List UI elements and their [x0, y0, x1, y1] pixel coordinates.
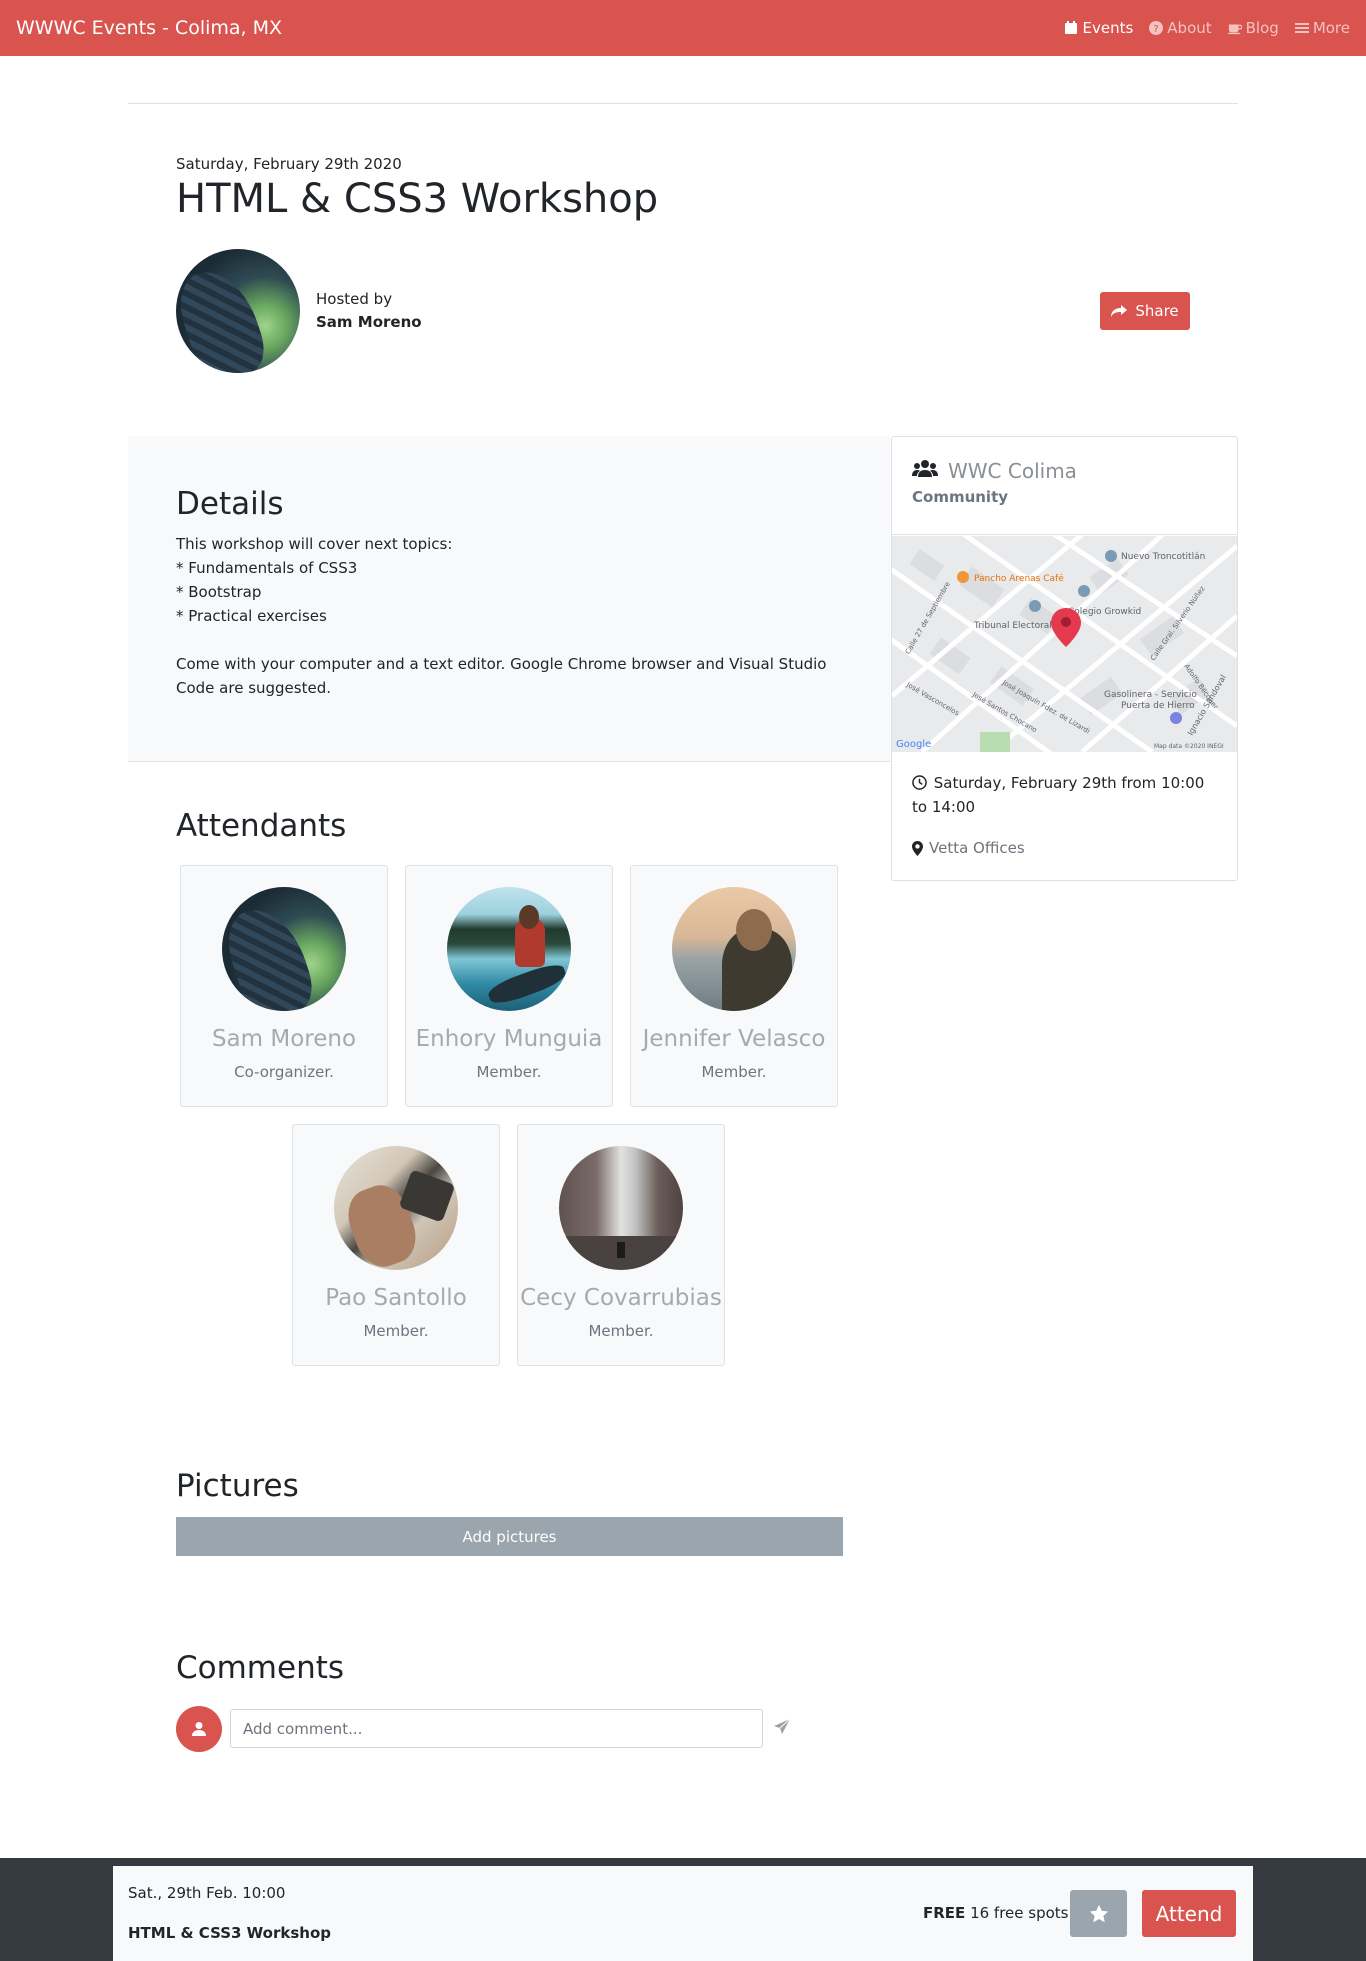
pictures-heading: Pictures — [176, 1468, 299, 1504]
community-header[interactable]: WWC Colima Community — [892, 437, 1237, 535]
clock-icon — [912, 775, 927, 790]
details-section: Details This workshop will cover next to… — [128, 436, 890, 762]
attendant-card[interactable]: Enhory Munguia Member. — [405, 865, 613, 1107]
event-where[interactable]: Vetta Offices — [912, 839, 1025, 857]
attendant-card[interactable]: Cecy Covarrubias Member. — [517, 1124, 725, 1366]
footer-price: FREE 16 free spots — [923, 1904, 1069, 1922]
comments-heading: Comments — [176, 1650, 345, 1686]
community-name[interactable]: WWC Colima — [948, 459, 1077, 483]
nav-link-label: About — [1167, 19, 1212, 37]
user-avatar — [176, 1706, 222, 1752]
nav-link-more[interactable]: More — [1294, 19, 1350, 37]
bars-icon — [1294, 23, 1309, 33]
users-icon — [912, 460, 938, 477]
event-map[interactable]: Nuevo Troncotitlán Pancho Arenas Café Co… — [892, 536, 1237, 752]
brand-title[interactable]: WWWC Events - Colima, MX — [16, 17, 282, 39]
map-poi-icon — [1029, 600, 1041, 612]
attendant-card[interactable]: Jennifer Velasco Member. — [630, 865, 838, 1107]
event-when: Saturday, February 29th from 10:00 to 14… — [912, 771, 1222, 819]
attendant-role: Member. — [363, 1322, 429, 1340]
attendant-name: Pao Santollo — [325, 1285, 467, 1311]
star-icon — [1089, 1904, 1108, 1922]
divider — [128, 103, 1238, 104]
map-label: Nuevo Troncotitlán — [1121, 552, 1205, 562]
map-label: Puerta de Hierro — [1121, 701, 1195, 711]
price-label: FREE — [923, 1904, 966, 1922]
event-date: Saturday, February 29th 2020 — [176, 155, 402, 173]
sticky-footer: Sat., 29th Feb. 10:00 HTML & CSS3 Worksh… — [0, 1858, 1366, 1961]
map-attribution: Map data ©2020 INEGI — [1154, 743, 1224, 750]
nav-link-blog[interactable]: Blog — [1227, 19, 1279, 37]
footer-date: Sat., 29th Feb. 10:00 — [128, 1884, 286, 1902]
host-name[interactable]: Sam Moreno — [316, 313, 422, 331]
nav-link-about[interactable]: ? About — [1149, 19, 1212, 37]
attendant-name: Sam Moreno — [211, 1026, 357, 1052]
attendant-name: Enhory Munguia — [415, 1026, 603, 1052]
share-button[interactable]: Share — [1100, 292, 1190, 330]
free-spots: 16 free spots — [970, 1904, 1069, 1922]
hosted-by-label: Hosted by — [316, 290, 393, 308]
attendant-name: Cecy Covarrubias — [520, 1285, 722, 1311]
attendant-role: Member. — [588, 1322, 654, 1340]
question-circle-icon: ? — [1149, 21, 1164, 35]
details-heading: Details — [176, 486, 284, 522]
share-label: Share — [1135, 302, 1179, 320]
user-icon — [192, 1722, 206, 1736]
map-poi-icon — [957, 571, 969, 583]
map-poi-icon — [1078, 585, 1090, 597]
event-title: HTML & CSS3 Workshop — [176, 176, 659, 222]
nav-links: Events ? About Blog More — [1064, 19, 1350, 37]
map-label: Tribunal Electoral — [973, 621, 1052, 631]
nav-link-events[interactable]: Events — [1064, 19, 1133, 37]
add-pictures-button[interactable]: Add pictures — [176, 1517, 843, 1556]
attendant-avatar — [447, 887, 571, 1011]
map-marker-icon — [912, 840, 923, 856]
top-navbar: WWWC Events - Colima, MX Events ? About … — [0, 0, 1366, 56]
attendant-avatar — [222, 887, 346, 1011]
map-poi-icon — [1105, 550, 1117, 562]
details-text: This workshop will cover next topics: * … — [176, 535, 827, 697]
footer-content: Sat., 29th Feb. 10:00 HTML & CSS3 Worksh… — [113, 1866, 1253, 1961]
attendant-role: Co-organizer. — [234, 1063, 334, 1081]
map-image[interactable]: Nuevo Troncotitlán Pancho Arenas Café Co… — [892, 536, 1237, 752]
favorite-button[interactable] — [1070, 1890, 1127, 1937]
nav-link-label: Events — [1082, 19, 1134, 37]
event-when-text: Saturday, February 29th from 10:00 to 14… — [912, 774, 1205, 816]
attendant-card[interactable]: Sam Moreno Co-organizer. — [180, 865, 388, 1107]
event-where-text: Vetta Offices — [929, 839, 1025, 857]
attendant-card[interactable]: Pao Santollo Member. — [292, 1124, 500, 1366]
coffee-icon — [1227, 24, 1242, 35]
attendant-name: Jennifer Velasco — [642, 1026, 826, 1052]
community-type: Community — [912, 488, 1009, 506]
comment-input[interactable] — [230, 1709, 763, 1748]
attendant-role: Member. — [701, 1063, 767, 1081]
attendant-avatar — [559, 1146, 683, 1270]
event-info-card: WWC Colima Community Nuevo Troncotitlán … — [891, 436, 1238, 881]
nav-link-label: Blog — [1245, 19, 1279, 37]
map-poi-icon — [1170, 712, 1182, 724]
share-icon — [1111, 305, 1128, 317]
attendant-avatar — [334, 1146, 458, 1270]
map-label: Pancho Arenas Café — [974, 573, 1064, 584]
nav-link-label: More — [1312, 19, 1350, 37]
map-label: Gasolinera - Servicio — [1104, 690, 1197, 700]
calendar-icon — [1065, 21, 1078, 34]
host-avatar[interactable] — [176, 249, 300, 373]
send-button[interactable] — [773, 1718, 793, 1738]
svg-text:?: ? — [1154, 24, 1159, 35]
attendant-avatar — [672, 887, 796, 1011]
paper-plane-icon — [774, 1718, 791, 1734]
attendants-heading: Attendants — [176, 808, 347, 844]
attend-button[interactable]: Attend — [1142, 1890, 1236, 1937]
google-logo: Google — [896, 739, 931, 750]
footer-title: HTML & CSS3 Workshop — [128, 1924, 332, 1942]
attendant-role: Member. — [476, 1063, 542, 1081]
